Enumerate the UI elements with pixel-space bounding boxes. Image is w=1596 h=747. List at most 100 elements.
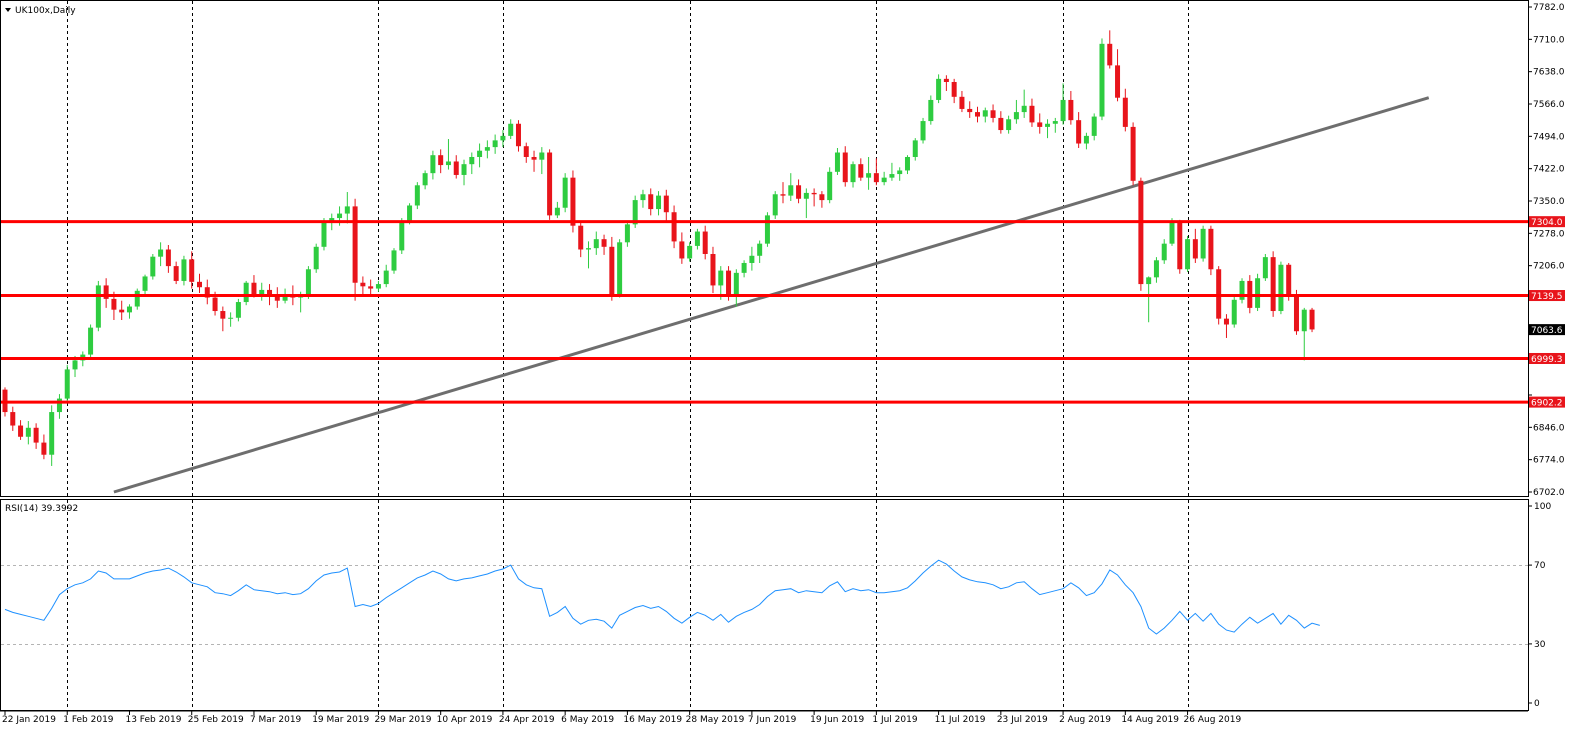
candle[interactable] xyxy=(1216,269,1222,319)
candle[interactable] xyxy=(523,146,529,157)
candle[interactable] xyxy=(126,306,132,313)
candle[interactable] xyxy=(679,241,685,259)
candle[interactable] xyxy=(1115,65,1121,98)
candle[interactable] xyxy=(251,282,257,295)
candle[interactable] xyxy=(383,270,389,285)
candle[interactable] xyxy=(842,152,848,183)
candle[interactable] xyxy=(453,161,459,175)
candle[interactable] xyxy=(1029,105,1035,123)
candle[interactable] xyxy=(25,427,31,437)
time-axis[interactable]: 22 Jan 2019 1 Feb 2019 13 Feb 2019 25 Feb 2… xyxy=(0,710,1528,725)
candle[interactable] xyxy=(1122,97,1128,127)
candle[interactable] xyxy=(414,185,420,206)
candle[interactable] xyxy=(88,327,94,355)
candle[interactable] xyxy=(850,164,856,183)
candle[interactable] xyxy=(609,246,615,295)
candle[interactable] xyxy=(640,194,646,201)
trading-chart[interactable]: 7782.0 7710.0 7638.0 7566.0 7494.0 7422.0 7350… xyxy=(0,0,1596,743)
candle[interactable] xyxy=(142,276,148,291)
candle[interactable] xyxy=(212,297,218,312)
candle[interactable] xyxy=(990,110,996,118)
candle[interactable] xyxy=(321,221,327,247)
candle[interactable] xyxy=(834,152,840,172)
candle[interactable] xyxy=(928,99,934,122)
candle[interactable] xyxy=(873,173,879,183)
candle[interactable] xyxy=(780,194,786,196)
candle[interactable] xyxy=(49,412,55,455)
candle[interactable] xyxy=(881,177,887,183)
candle[interactable] xyxy=(1262,257,1268,279)
candle[interactable] xyxy=(998,117,1004,131)
candle[interactable] xyxy=(1286,264,1292,295)
candle[interactable] xyxy=(235,302,241,318)
candle[interactable] xyxy=(694,231,700,246)
candle[interactable] xyxy=(1138,180,1144,285)
candle[interactable] xyxy=(772,194,778,216)
candle[interactable] xyxy=(313,246,319,270)
candle[interactable] xyxy=(811,192,817,195)
candle[interactable] xyxy=(484,147,490,151)
candle[interactable] xyxy=(430,155,436,174)
candle[interactable] xyxy=(10,412,16,426)
candle[interactable] xyxy=(578,225,584,250)
candle[interactable] xyxy=(158,249,164,257)
candle[interactable] xyxy=(243,282,249,303)
candle[interactable] xyxy=(461,164,467,175)
candle[interactable] xyxy=(134,290,140,307)
candle[interactable] xyxy=(1293,294,1299,332)
candle[interactable] xyxy=(1200,228,1206,259)
candle[interactable] xyxy=(1192,239,1198,259)
candle[interactable] xyxy=(687,245,693,259)
candle[interactable] xyxy=(624,224,630,243)
candle[interactable] xyxy=(617,242,623,295)
candle[interactable] xyxy=(1153,260,1159,278)
candle[interactable] xyxy=(352,206,358,283)
candle[interactable] xyxy=(936,78,942,100)
candle[interactable] xyxy=(399,221,405,251)
candle[interactable] xyxy=(181,259,187,281)
candle[interactable] xyxy=(726,270,732,295)
candle[interactable] xyxy=(515,123,521,147)
candle[interactable] xyxy=(1208,228,1214,270)
candle[interactable] xyxy=(656,195,662,210)
candle[interactable] xyxy=(438,155,444,166)
candle[interactable] xyxy=(757,243,763,256)
candle[interactable] xyxy=(1223,318,1229,325)
candle[interactable] xyxy=(904,156,910,171)
candle[interactable] xyxy=(41,442,47,455)
candle[interactable] xyxy=(562,177,568,208)
candle[interactable] xyxy=(1231,299,1237,325)
candle[interactable] xyxy=(788,185,794,196)
candle[interactable] xyxy=(1091,116,1097,136)
candle[interactable] xyxy=(119,309,125,313)
candle[interactable] xyxy=(150,256,156,277)
candle[interactable] xyxy=(360,282,366,287)
candle[interactable] xyxy=(445,161,451,166)
candle[interactable] xyxy=(920,121,926,141)
candle[interactable] xyxy=(671,212,677,242)
candle[interactable] xyxy=(1107,43,1113,66)
candle[interactable] xyxy=(259,289,265,295)
candle[interactable] xyxy=(1060,99,1066,122)
candle[interactable] xyxy=(554,207,560,216)
candle[interactable] xyxy=(1301,309,1307,332)
candle[interactable] xyxy=(500,135,506,141)
candle[interactable] xyxy=(1146,277,1152,285)
candle[interactable] xyxy=(943,78,949,82)
candle[interactable] xyxy=(764,215,770,244)
candle[interactable] xyxy=(1076,120,1082,144)
candle[interactable] xyxy=(1309,309,1315,330)
candle[interactable] xyxy=(508,123,514,136)
candle[interactable] xyxy=(1021,105,1027,113)
candle[interactable] xyxy=(982,110,988,117)
candle[interactable] xyxy=(1052,121,1058,124)
candle[interactable] xyxy=(827,171,833,201)
candle[interactable] xyxy=(1185,239,1191,270)
candle[interactable] xyxy=(1255,278,1261,308)
candle[interactable] xyxy=(1083,135,1089,144)
candle[interactable] xyxy=(1068,99,1074,121)
candle[interactable] xyxy=(1161,243,1167,261)
candle[interactable] xyxy=(1278,264,1284,312)
candle[interactable] xyxy=(866,173,872,178)
candle[interactable] xyxy=(72,360,78,370)
